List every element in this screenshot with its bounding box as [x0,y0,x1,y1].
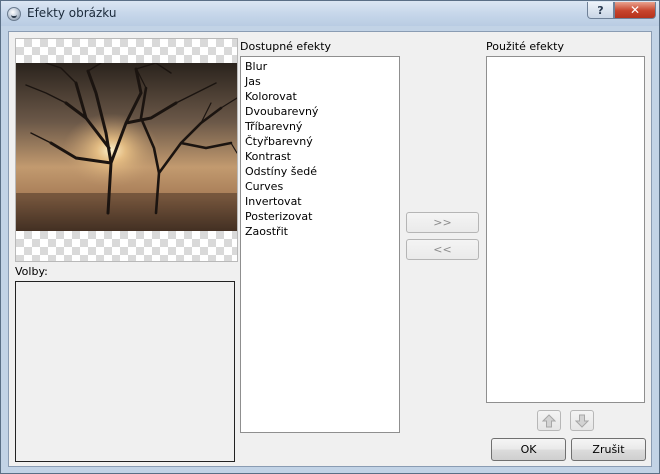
options-label: Volby: [15,265,48,278]
list-item[interactable]: Kolorovat [245,89,399,104]
list-item[interactable]: Curves [245,179,399,194]
list-item[interactable]: Jas [245,74,399,89]
app-icon [7,7,21,21]
used-effects-list[interactable] [486,56,645,403]
list-item[interactable]: Odstíny šedé [245,164,399,179]
close-button[interactable]: ✕ [614,2,656,19]
options-panel [15,281,235,462]
list-item[interactable]: Zaostřit [245,224,399,239]
available-effects-list[interactable]: Blur Jas Kolorovat Dvoubarevný Tříbarevn… [240,56,400,433]
title-bar[interactable]: Efekty obrázku ? ✕ [1,1,659,26]
list-item[interactable]: Blur [245,59,399,74]
move-up-button[interactable] [537,410,561,431]
image-preview [15,38,238,262]
ok-button[interactable]: OK [491,438,566,461]
remove-effect-button[interactable]: << [406,239,479,260]
list-item[interactable]: Čtyřbarevný [245,134,399,149]
list-item[interactable]: Invertovat [245,194,399,209]
move-down-button[interactable] [570,410,594,431]
used-effects-label: Použité efekty [486,40,564,53]
preview-image [16,63,237,231]
list-item[interactable]: Posterizovat [245,209,399,224]
window-title: Efekty obrázku [27,6,117,20]
dialog-content: Volby: Dostupné efekty Blur Jas Kolorova… [8,31,652,467]
dialog-window: Efekty obrázku ? ✕ Volby: Dostupné efekt… [0,0,660,474]
arrow-down-icon [575,414,589,428]
available-effects-label: Dostupné efekty [240,40,332,53]
arrow-up-icon [542,413,556,427]
list-item[interactable]: Kontrast [245,149,399,164]
add-effect-button[interactable]: >> [406,212,479,233]
list-item[interactable]: Dvoubarevný [245,104,399,119]
help-button[interactable]: ? [587,2,614,19]
cancel-button[interactable]: Zrušit [571,438,646,461]
list-item[interactable]: Tříbarevný [245,119,399,134]
